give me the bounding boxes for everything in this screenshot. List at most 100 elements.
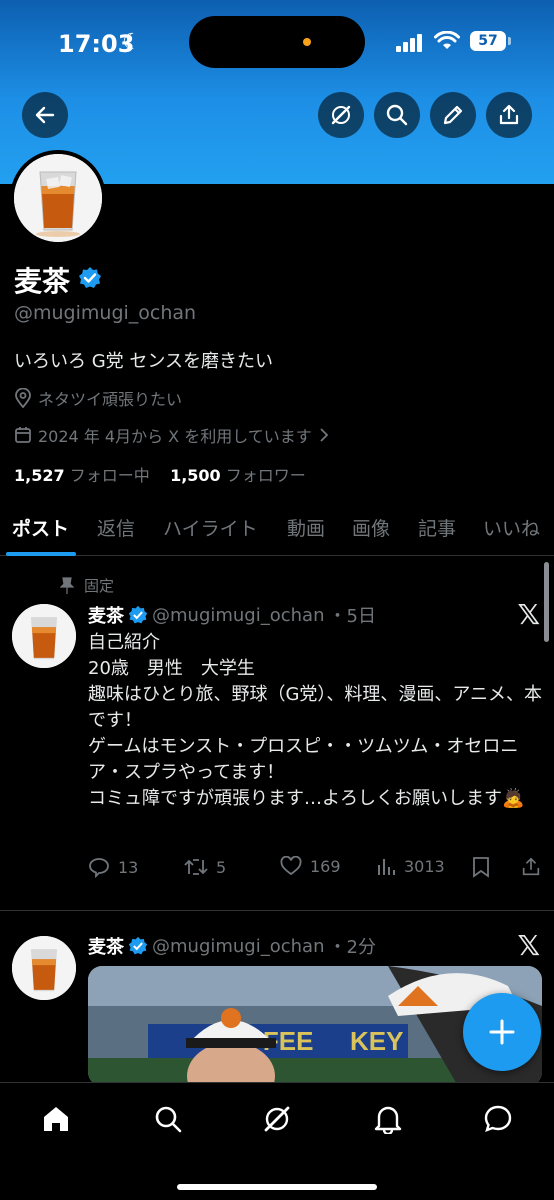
tweet-author-name[interactable]: 麦茶 <box>88 933 124 959</box>
follow-stats: 1,527 フォロー中 1,500 フォロワー <box>14 462 306 486</box>
tab-posts[interactable]: ポスト <box>12 514 69 541</box>
grok-icon <box>331 105 351 125</box>
nav-messages[interactable] <box>482 1103 514 1135</box>
share-button[interactable] <box>486 92 532 138</box>
chevron-right-icon <box>320 428 329 442</box>
repost-count: 5 <box>216 857 227 877</box>
nav-home[interactable] <box>40 1103 72 1135</box>
following-count: 1,527 <box>14 466 65 485</box>
profile-display-name: 麦茶 <box>14 265 71 298</box>
dynamic-island <box>189 16 365 68</box>
pinned-indicator: 固定 <box>60 575 114 596</box>
tweet-line: コミュ障ですが頑張ります…よろしくお願いします🙇 <box>88 788 525 809</box>
views-count: 3013 <box>404 856 445 876</box>
tab-images[interactable]: 画像 <box>352 514 390 541</box>
nav-search[interactable] <box>152 1103 184 1135</box>
back-button[interactable] <box>22 92 68 138</box>
tweet-divider <box>0 910 554 911</box>
calendar-icon <box>15 427 31 443</box>
bottom-navigation <box>0 1082 554 1200</box>
tweet-line: 自己紹介 <box>88 632 160 653</box>
cellular-signal-icon <box>396 34 426 52</box>
followers-label: フォロワー <box>225 466 306 485</box>
grok-button[interactable] <box>318 92 364 138</box>
tweet-author-handle[interactable]: @mugimugi_ochan <box>152 605 325 626</box>
bell-icon <box>374 1106 402 1134</box>
analytics-icon <box>378 859 395 875</box>
status-bar: 17:03 ☾ 57 <box>0 0 554 84</box>
home-indicator <box>177 1184 377 1190</box>
tweet-line: ゲームはモンスト・プロスピ・・ツムツム・オセロニア・スプラやってます！ <box>88 736 519 783</box>
profile-joined[interactable]: 2024 年 4月から X を利用しています <box>14 423 330 447</box>
tweet-avatar[interactable] <box>12 936 76 1000</box>
tweet-body[interactable]: 自己紹介 20歳 男性 大学生 趣味はひとり旅、野球（G党）、料理、漫画、アニメ… <box>88 630 544 812</box>
verified-badge-icon <box>128 605 148 624</box>
tweet-line: 20歳 男性 大学生 <box>88 658 255 679</box>
tab-highlights[interactable]: ハイライト <box>163 514 258 541</box>
tweet-avatar[interactable] <box>12 604 76 668</box>
tweet-author-handle[interactable]: @mugimugi_ochan <box>152 936 325 957</box>
pinned-label: 固定 <box>84 577 115 595</box>
location-pin-icon <box>15 388 31 408</box>
verified-badge-icon <box>128 936 148 955</box>
tab-videos[interactable]: 動画 <box>287 514 325 541</box>
followers-link[interactable]: 1,500 フォロワー <box>170 466 306 485</box>
share-icon <box>499 104 519 125</box>
share-tweet-button[interactable] <box>520 856 542 878</box>
media-sign-key: KEY <box>350 1026 403 1056</box>
edit-button[interactable] <box>430 92 476 138</box>
bookmark-button[interactable] <box>472 856 490 878</box>
repost-button[interactable]: 5 <box>184 856 226 878</box>
search-icon <box>155 1106 182 1133</box>
tab-replies[interactable]: 返信 <box>97 514 135 541</box>
pencil-icon <box>443 105 463 125</box>
search-icon <box>386 104 408 126</box>
tab-likes[interactable]: いいね <box>483 514 540 541</box>
profile-tabs: ポスト 返信 ハイライト 動画 画像 記事 いいね <box>0 508 554 556</box>
pin-icon <box>60 576 74 594</box>
profile-bio: いろいろ G党 センスを磨きたい <box>14 351 274 372</box>
battery-icon: 57 <box>470 31 506 51</box>
location-text: ネタツイ頑張りたい <box>38 390 183 409</box>
tweet-time[interactable]: ・2分 <box>329 933 376 959</box>
profile-avatar[interactable] <box>10 150 106 246</box>
following-label: フォロー中 <box>69 466 150 485</box>
share-icon <box>522 857 540 876</box>
chat-bubble-icon <box>484 1105 512 1132</box>
reply-count: 13 <box>118 857 139 877</box>
heart-icon <box>280 856 302 876</box>
scrollbar[interactable] <box>544 562 549 642</box>
search-button[interactable] <box>374 92 420 138</box>
like-count: 169 <box>310 856 341 876</box>
profile-location: ネタツイ頑張りたい <box>14 386 182 410</box>
barley-tea-glass-icon <box>12 604 76 668</box>
verified-badge-icon[interactable] <box>78 266 102 290</box>
nav-grok[interactable] <box>261 1103 293 1135</box>
nav-notifications[interactable] <box>372 1103 404 1135</box>
followers-count: 1,500 <box>170 466 221 485</box>
bookmark-icon <box>473 857 489 878</box>
compose-post-button[interactable] <box>463 993 541 1071</box>
tweet-time[interactable]: ・5日 <box>329 602 376 628</box>
tweet-actions: 13 5 169 3013 <box>88 856 544 884</box>
reply-icon <box>89 858 109 878</box>
home-icon <box>44 1107 68 1131</box>
repost-icon <box>184 859 208 875</box>
grok-icon <box>264 1106 290 1132</box>
following-link[interactable]: 1,527 フォロー中 <box>14 466 150 485</box>
plus-icon <box>489 1019 515 1045</box>
moon-icon: ☾ <box>122 30 142 55</box>
x-logo-icon[interactable]: 𝕏 <box>517 598 540 631</box>
tweet-author-name[interactable]: 麦茶 <box>88 602 124 628</box>
joined-text: 2024 年 4月から X を利用しています <box>38 427 312 446</box>
barley-tea-glass-icon <box>12 936 76 1000</box>
profile-handle: @mugimugi_ochan <box>14 302 197 324</box>
barley-tea-glass-icon <box>14 154 102 242</box>
tab-articles[interactable]: 記事 <box>418 514 456 541</box>
x-logo-icon[interactable]: 𝕏 <box>517 929 540 962</box>
like-button[interactable]: 169 <box>280 856 341 876</box>
tweet-header: 麦茶 @mugimugi_ochan ・5日 <box>88 602 376 628</box>
views-button[interactable]: 3013 <box>376 856 445 876</box>
reply-button[interactable]: 13 <box>88 856 138 878</box>
tweet-header: 麦茶 @mugimugi_ochan ・2分 <box>88 933 376 959</box>
